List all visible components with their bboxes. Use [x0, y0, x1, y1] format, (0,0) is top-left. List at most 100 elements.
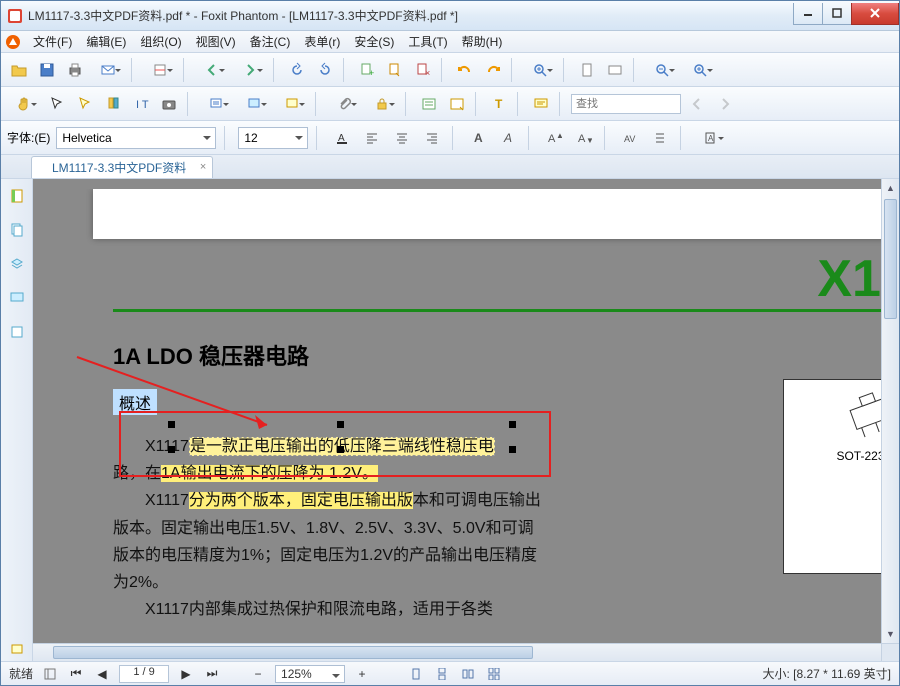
menu-secure[interactable]: 安全(S) — [348, 31, 400, 52]
typewriter-button[interactable]: T — [487, 92, 511, 116]
search-prev-button[interactable] — [685, 92, 709, 116]
toggle-panel-button[interactable] — [41, 665, 59, 683]
text-direction-button[interactable]: A — [694, 126, 728, 150]
increase-font-button[interactable]: A▲ — [542, 126, 566, 150]
document-tab[interactable]: LM1117-3.3中文PDF资料 × — [31, 156, 213, 178]
close-button[interactable] — [851, 3, 899, 25]
scroll-down-icon[interactable]: ▼ — [882, 625, 899, 643]
svg-text:×: × — [425, 68, 430, 78]
menu-edit[interactable]: 编辑(E) — [80, 31, 132, 52]
zoom-out-status-button[interactable]: − — [249, 665, 267, 683]
font-family-combo[interactable]: Helvetica — [56, 127, 216, 149]
line-spacing-button[interactable] — [648, 126, 672, 150]
hand-tool-button[interactable] — [7, 92, 41, 116]
attachments-icon[interactable] — [6, 321, 28, 343]
menu-file[interactable]: 文件(F) — [27, 31, 78, 52]
fit-width-button[interactable] — [603, 58, 627, 82]
selection-handle[interactable] — [168, 446, 175, 453]
zoom-in2-button[interactable] — [683, 58, 717, 82]
zoom-in-button[interactable] — [523, 58, 557, 82]
selection-handle[interactable] — [337, 421, 344, 428]
facing-continuous-button[interactable] — [485, 665, 503, 683]
zoom-out-button[interactable] — [645, 58, 679, 82]
font-color-button[interactable]: A — [330, 126, 354, 150]
continuous-button[interactable] — [433, 665, 451, 683]
menu-org[interactable]: 组织(O) — [134, 31, 187, 52]
attach-button[interactable] — [327, 92, 361, 116]
char-spacing-button[interactable]: AV — [618, 126, 642, 150]
menu-form[interactable]: 表单(r) — [298, 31, 346, 52]
selection-handle[interactable] — [509, 421, 516, 428]
bold-button[interactable]: A — [466, 126, 490, 150]
text-select-button[interactable]: I T — [129, 92, 153, 116]
last-page-button[interactable]: ⏭ — [203, 665, 221, 683]
redo-button[interactable] — [481, 58, 505, 82]
first-page-button[interactable]: ⏮ — [67, 665, 85, 683]
comments-icon[interactable] — [6, 287, 28, 309]
undo-button[interactable] — [453, 58, 477, 82]
minimize-button[interactable] — [793, 3, 823, 25]
decrease-font-button[interactable]: A▼ — [572, 126, 596, 150]
rotate-right-button[interactable] — [313, 58, 337, 82]
svg-text:▼: ▼ — [586, 136, 592, 145]
nav-next-button[interactable] — [233, 58, 267, 82]
comment-list-button[interactable] — [529, 92, 553, 116]
scroll-thumb[interactable] — [884, 199, 897, 319]
pages-icon[interactable] — [6, 219, 28, 241]
select-annot-button[interactable] — [73, 92, 97, 116]
rotate-left-button[interactable] — [285, 58, 309, 82]
horizontal-scrollbar[interactable] — [33, 643, 881, 661]
callout-button[interactable] — [275, 92, 309, 116]
extract-page-button[interactable] — [383, 58, 407, 82]
menu-view[interactable]: 视图(V) — [190, 31, 242, 52]
stamp-button[interactable] — [237, 92, 271, 116]
save-button[interactable] — [35, 58, 59, 82]
svg-text:T: T — [495, 97, 503, 111]
nav-prev-button[interactable] — [195, 58, 229, 82]
menu-comment[interactable]: 备注(C) — [244, 31, 297, 52]
font-size-combo[interactable]: 12 — [238, 127, 308, 149]
facing-button[interactable] — [459, 665, 477, 683]
open-button[interactable] — [7, 58, 31, 82]
page-input[interactable]: 1 / 9 — [119, 665, 169, 683]
zoom-combo[interactable]: 125% — [275, 665, 345, 683]
form-edit-button[interactable] — [417, 92, 441, 116]
align-left-button[interactable] — [360, 126, 384, 150]
highlight-tool-button[interactable] — [101, 92, 125, 116]
maximize-button[interactable] — [822, 3, 852, 25]
next-page-button[interactable]: ▶ — [177, 665, 195, 683]
prev-page-button[interactable]: ◀ — [93, 665, 111, 683]
layers-icon[interactable] — [6, 253, 28, 275]
insert-page-button[interactable]: + — [355, 58, 379, 82]
selection-handle[interactable] — [509, 446, 516, 453]
scan-button[interactable] — [143, 58, 177, 82]
search-input[interactable] — [571, 94, 681, 114]
align-center-button[interactable] — [390, 126, 414, 150]
selection-handle[interactable] — [168, 421, 175, 428]
document-viewport[interactable]: X11 1A LDO 稳压器电路 概述 X1117是一款正电压输出的低压降三端线… — [33, 179, 899, 661]
email-button[interactable] — [91, 58, 125, 82]
fit-page-button[interactable] — [575, 58, 599, 82]
note-button[interactable] — [199, 92, 233, 116]
align-right-button[interactable] — [420, 126, 444, 150]
green-rule — [113, 309, 881, 312]
scroll-thumb-h[interactable] — [53, 646, 533, 659]
selection-handle[interactable] — [337, 446, 344, 453]
select-tool-button[interactable] — [45, 92, 69, 116]
bookmarks-icon[interactable] — [6, 185, 28, 207]
print-button[interactable] — [63, 58, 87, 82]
notes-panel-icon[interactable] — [6, 639, 28, 661]
vertical-scrollbar[interactable]: ▲ ▼ — [881, 179, 899, 643]
menu-help[interactable]: 帮助(H) — [456, 31, 509, 52]
zoom-in-status-button[interactable]: + — [353, 665, 371, 683]
italic-button[interactable]: A — [496, 126, 520, 150]
scroll-up-icon[interactable]: ▲ — [882, 179, 899, 197]
search-next-button[interactable] — [713, 92, 737, 116]
tab-close-icon[interactable]: × — [200, 161, 206, 173]
form-highlight-button[interactable] — [445, 92, 469, 116]
delete-page-button[interactable]: × — [411, 58, 435, 82]
single-page-button[interactable] — [407, 665, 425, 683]
lock-button[interactable] — [365, 92, 399, 116]
snapshot-button[interactable] — [157, 92, 181, 116]
menu-tools[interactable]: 工具(T) — [402, 31, 453, 52]
